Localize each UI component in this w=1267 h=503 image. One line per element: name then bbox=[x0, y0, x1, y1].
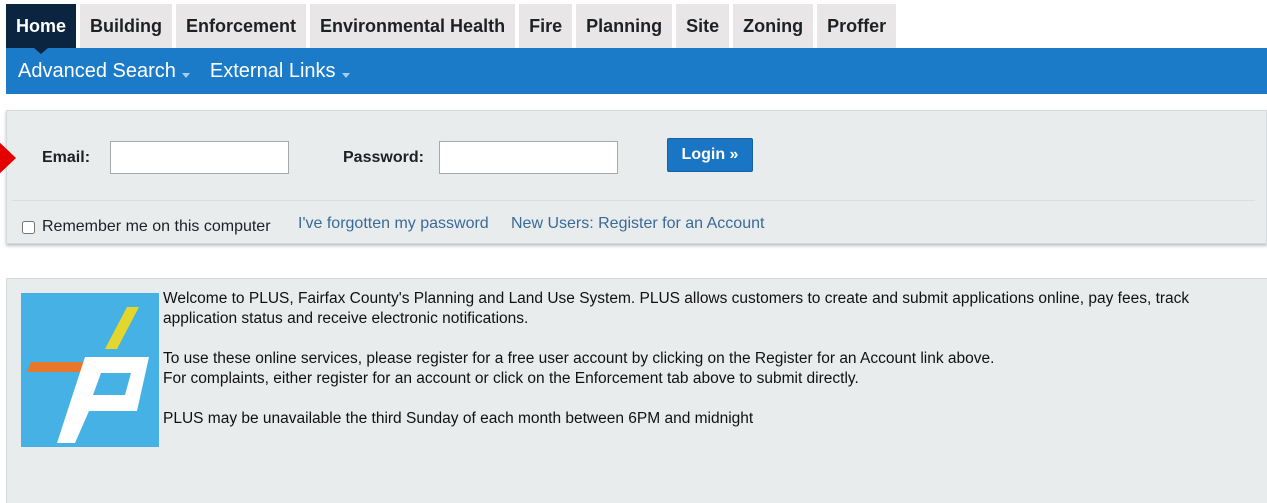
register-instructions: To use these online services, please reg… bbox=[163, 350, 995, 367]
login-divider bbox=[12, 200, 1255, 201]
password-label: Password: bbox=[343, 149, 424, 166]
password-field[interactable] bbox=[439, 141, 618, 174]
login-button[interactable]: Login » bbox=[667, 138, 753, 172]
register-account-link[interactable]: New Users: Register for an Account bbox=[511, 215, 764, 233]
remember-me-label: Remember me on this computer bbox=[42, 218, 271, 235]
remember-me[interactable]: Remember me on this computer bbox=[22, 218, 271, 236]
forgot-password-link[interactable]: I've forgotten my password bbox=[298, 215, 489, 233]
tab-enforcement[interactable]: Enforcement bbox=[176, 4, 307, 48]
tab-zoning[interactable]: Zoning bbox=[733, 4, 814, 48]
tab-proffer[interactable]: Proffer bbox=[817, 4, 897, 48]
email-label: Email: bbox=[42, 149, 91, 166]
plus-logo bbox=[21, 293, 159, 447]
tab-site[interactable]: Site bbox=[676, 4, 730, 48]
external-links-menu[interactable]: External Links bbox=[210, 60, 350, 83]
remember-me-checkbox[interactable] bbox=[22, 220, 35, 234]
tab-environmental-health[interactable]: Environmental Health bbox=[310, 4, 516, 48]
arrow-right-icon bbox=[0, 137, 16, 179]
tab-home[interactable]: Home bbox=[6, 4, 77, 54]
chevron-down-icon bbox=[181, 72, 190, 78]
tab-fire[interactable]: Fire bbox=[519, 4, 573, 48]
advanced-search-label: Advanced Search bbox=[18, 59, 176, 82]
chevron-down-icon bbox=[341, 72, 350, 78]
register-paragraph: To use these online services, please reg… bbox=[163, 349, 1253, 389]
external-links-label: External Links bbox=[209, 59, 336, 82]
tab-building[interactable]: Building bbox=[80, 4, 172, 48]
welcome-paragraph: Welcome to PLUS, Fairfax County's Planni… bbox=[163, 290, 1190, 327]
email-field[interactable] bbox=[110, 141, 289, 174]
plus-logo-icon bbox=[21, 293, 159, 447]
sub-menu-bar: Advanced Search External Links bbox=[6, 48, 1267, 94]
availability-notice: PLUS may be unavailable the third Sunday… bbox=[163, 410, 754, 427]
info-text: Welcome to PLUS, Fairfax County's Planni… bbox=[163, 289, 1253, 449]
main-tab-bar: Home Building Enforcement Environmental … bbox=[6, 4, 900, 54]
complaints-instructions: For complaints, either register for an a… bbox=[163, 370, 859, 387]
advanced-search-menu[interactable]: Advanced Search bbox=[18, 60, 190, 83]
tab-planning[interactable]: Planning bbox=[576, 4, 673, 48]
